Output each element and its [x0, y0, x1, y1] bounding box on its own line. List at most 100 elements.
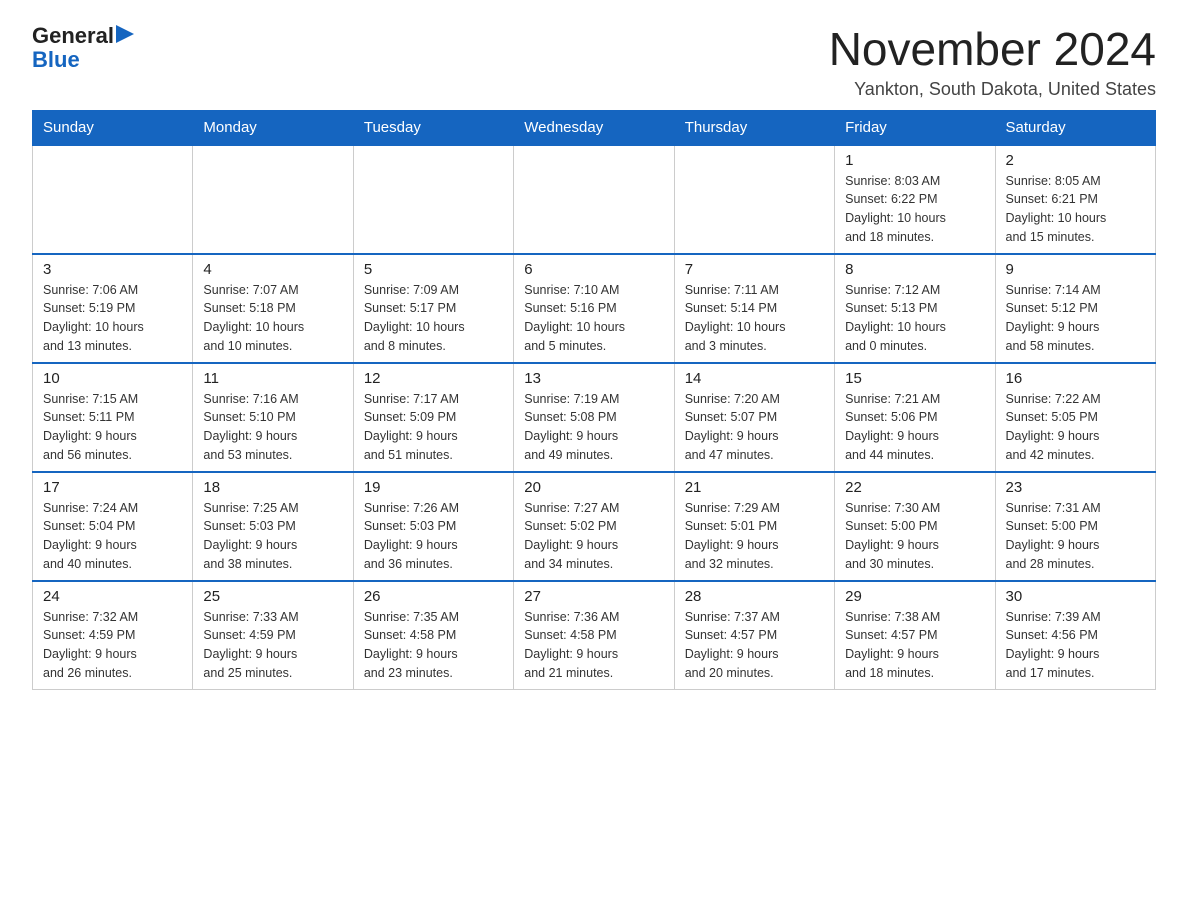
calendar-cell: 7 Sunrise: 7:11 AM Sunset: 5:14 PM Daylig…: [674, 254, 834, 363]
day-number: 5: [364, 261, 503, 278]
logo-general-text: General: [32, 24, 114, 48]
page-header: General Blue November 2024 Yankton, Sout…: [32, 24, 1156, 100]
day-info: Sunrise: 7:37 AM Sunset: 4:57 PM Dayligh…: [685, 608, 824, 683]
day-info: Sunrise: 7:12 AM Sunset: 5:13 PM Dayligh…: [845, 281, 984, 356]
calendar-week-row: 24 Sunrise: 7:32 AM Sunset: 4:59 PM Dayli…: [33, 581, 1156, 690]
day-number: 25: [203, 588, 342, 605]
day-number: 12: [364, 370, 503, 387]
calendar-cell: 2 Sunrise: 8:05 AM Sunset: 6:21 PM Daylig…: [995, 145, 1155, 254]
day-number: 16: [1006, 370, 1145, 387]
day-number: 3: [43, 261, 182, 278]
calendar-cell: 20Sunrise: 7:27 AM Sunset: 5:02 PM Dayli…: [514, 472, 674, 581]
day-info: Sunrise: 7:21 AM Sunset: 5:06 PM Dayligh…: [845, 390, 984, 465]
day-number: 20: [524, 479, 663, 496]
calendar-cell: 26 Sunrise: 7:35 AM Sunset: 4:58 PM Dayli…: [353, 581, 513, 690]
calendar-header-sunday: Sunday: [33, 110, 193, 145]
calendar-cell: 29 Sunrise: 7:38 AM Sunset: 4:57 PM Dayli…: [835, 581, 995, 690]
day-number: 9: [1006, 261, 1145, 278]
day-info: Sunrise: 7:29 AM Sunset: 5:01 PM Dayligh…: [685, 499, 824, 574]
day-number: 19: [364, 479, 503, 496]
calendar-week-row: 3Sunrise: 7:06 AM Sunset: 5:19 PM Daylig…: [33, 254, 1156, 363]
calendar-header-thursday: Thursday: [674, 110, 834, 145]
day-info: Sunrise: 7:09 AM Sunset: 5:17 PM Dayligh…: [364, 281, 503, 356]
calendar-cell: 21 Sunrise: 7:29 AM Sunset: 5:01 PM Dayli…: [674, 472, 834, 581]
day-info: Sunrise: 8:05 AM Sunset: 6:21 PM Dayligh…: [1006, 172, 1145, 247]
day-info: Sunrise: 7:20 AM Sunset: 5:07 PM Dayligh…: [685, 390, 824, 465]
calendar-header-saturday: Saturday: [995, 110, 1155, 145]
calendar-header-monday: Monday: [193, 110, 353, 145]
calendar-week-row: 10Sunrise: 7:15 AM Sunset: 5:11 PM Dayli…: [33, 363, 1156, 472]
calendar-cell: [193, 145, 353, 254]
day-number: 29: [845, 588, 984, 605]
day-number: 22: [845, 479, 984, 496]
day-number: 27: [524, 588, 663, 605]
day-number: 18: [203, 479, 342, 496]
day-number: 11: [203, 370, 342, 387]
calendar-cell: 17 Sunrise: 7:24 AM Sunset: 5:04 PM Dayli…: [33, 472, 193, 581]
day-number: 30: [1006, 588, 1145, 605]
calendar-cell: 4 Sunrise: 7:07 AM Sunset: 5:18 PM Daylig…: [193, 254, 353, 363]
calendar-cell: 22 Sunrise: 7:30 AM Sunset: 5:00 PM Dayli…: [835, 472, 995, 581]
day-number: 2: [1006, 152, 1145, 169]
title-block: November 2024 Yankton, South Dakota, Uni…: [829, 24, 1156, 100]
calendar-header-tuesday: Tuesday: [353, 110, 513, 145]
calendar-cell: 9 Sunrise: 7:14 AM Sunset: 5:12 PM Daylig…: [995, 254, 1155, 363]
calendar-week-row: 1Sunrise: 8:03 AM Sunset: 6:22 PM Daylig…: [33, 145, 1156, 254]
day-info: Sunrise: 7:38 AM Sunset: 4:57 PM Dayligh…: [845, 608, 984, 683]
page-title: November 2024: [829, 24, 1156, 75]
calendar-cell: 25Sunrise: 7:33 AM Sunset: 4:59 PM Dayli…: [193, 581, 353, 690]
calendar-cell: 28 Sunrise: 7:37 AM Sunset: 4:57 PM Dayli…: [674, 581, 834, 690]
day-info: Sunrise: 7:07 AM Sunset: 5:18 PM Dayligh…: [203, 281, 342, 356]
day-number: 13: [524, 370, 663, 387]
day-number: 8: [845, 261, 984, 278]
day-number: 24: [43, 588, 182, 605]
day-info: Sunrise: 7:17 AM Sunset: 5:09 PM Dayligh…: [364, 390, 503, 465]
day-info: Sunrise: 7:24 AM Sunset: 5:04 PM Dayligh…: [43, 499, 182, 574]
calendar-cell: 14Sunrise: 7:20 AM Sunset: 5:07 PM Dayli…: [674, 363, 834, 472]
day-number: 21: [685, 479, 824, 496]
day-info: Sunrise: 7:25 AM Sunset: 5:03 PM Dayligh…: [203, 499, 342, 574]
day-info: Sunrise: 7:30 AM Sunset: 5:00 PM Dayligh…: [845, 499, 984, 574]
calendar-cell: [353, 145, 513, 254]
page-subtitle: Yankton, South Dakota, United States: [829, 79, 1156, 100]
day-number: 4: [203, 261, 342, 278]
calendar-cell: 27 Sunrise: 7:36 AM Sunset: 4:58 PM Dayli…: [514, 581, 674, 690]
day-info: Sunrise: 7:26 AM Sunset: 5:03 PM Dayligh…: [364, 499, 503, 574]
calendar-cell: 18 Sunrise: 7:25 AM Sunset: 5:03 PM Dayli…: [193, 472, 353, 581]
day-number: 26: [364, 588, 503, 605]
calendar-cell: 15 Sunrise: 7:21 AM Sunset: 5:06 PM Dayli…: [835, 363, 995, 472]
day-info: Sunrise: 7:11 AM Sunset: 5:14 PM Dayligh…: [685, 281, 824, 356]
calendar-header-friday: Friday: [835, 110, 995, 145]
calendar-cell: 16 Sunrise: 7:22 AM Sunset: 5:05 PM Dayli…: [995, 363, 1155, 472]
logo-blue-text: Blue: [32, 47, 80, 72]
day-number: 1: [845, 152, 984, 169]
day-info: Sunrise: 7:14 AM Sunset: 5:12 PM Dayligh…: [1006, 281, 1145, 356]
calendar-table: SundayMondayTuesdayWednesdayThursdayFrid…: [32, 110, 1156, 690]
calendar-cell: 5 Sunrise: 7:09 AM Sunset: 5:17 PM Daylig…: [353, 254, 513, 363]
calendar-cell: 13 Sunrise: 7:19 AM Sunset: 5:08 PM Dayli…: [514, 363, 674, 472]
day-info: Sunrise: 7:22 AM Sunset: 5:05 PM Dayligh…: [1006, 390, 1145, 465]
day-info: Sunrise: 7:19 AM Sunset: 5:08 PM Dayligh…: [524, 390, 663, 465]
day-number: 15: [845, 370, 984, 387]
calendar-header-wednesday: Wednesday: [514, 110, 674, 145]
day-info: Sunrise: 7:15 AM Sunset: 5:11 PM Dayligh…: [43, 390, 182, 465]
calendar-cell: 6Sunrise: 7:10 AM Sunset: 5:16 PM Daylig…: [514, 254, 674, 363]
day-info: Sunrise: 7:32 AM Sunset: 4:59 PM Dayligh…: [43, 608, 182, 683]
day-number: 28: [685, 588, 824, 605]
day-info: Sunrise: 7:35 AM Sunset: 4:58 PM Dayligh…: [364, 608, 503, 683]
calendar-cell: [514, 145, 674, 254]
day-info: Sunrise: 7:10 AM Sunset: 5:16 PM Dayligh…: [524, 281, 663, 356]
day-info: Sunrise: 7:16 AM Sunset: 5:10 PM Dayligh…: [203, 390, 342, 465]
calendar-cell: 3Sunrise: 7:06 AM Sunset: 5:19 PM Daylig…: [33, 254, 193, 363]
calendar-cell: 11 Sunrise: 7:16 AM Sunset: 5:10 PM Dayli…: [193, 363, 353, 472]
logo-triangle-icon: [116, 25, 134, 43]
day-number: 17: [43, 479, 182, 496]
calendar-cell: [33, 145, 193, 254]
calendar-cell: 8 Sunrise: 7:12 AM Sunset: 5:13 PM Daylig…: [835, 254, 995, 363]
calendar-cell: 24 Sunrise: 7:32 AM Sunset: 4:59 PM Dayli…: [33, 581, 193, 690]
calendar-cell: 30Sunrise: 7:39 AM Sunset: 4:56 PM Dayli…: [995, 581, 1155, 690]
day-number: 7: [685, 261, 824, 278]
day-info: Sunrise: 7:36 AM Sunset: 4:58 PM Dayligh…: [524, 608, 663, 683]
calendar-cell: 23Sunrise: 7:31 AM Sunset: 5:00 PM Dayli…: [995, 472, 1155, 581]
calendar-cell: 10Sunrise: 7:15 AM Sunset: 5:11 PM Dayli…: [33, 363, 193, 472]
